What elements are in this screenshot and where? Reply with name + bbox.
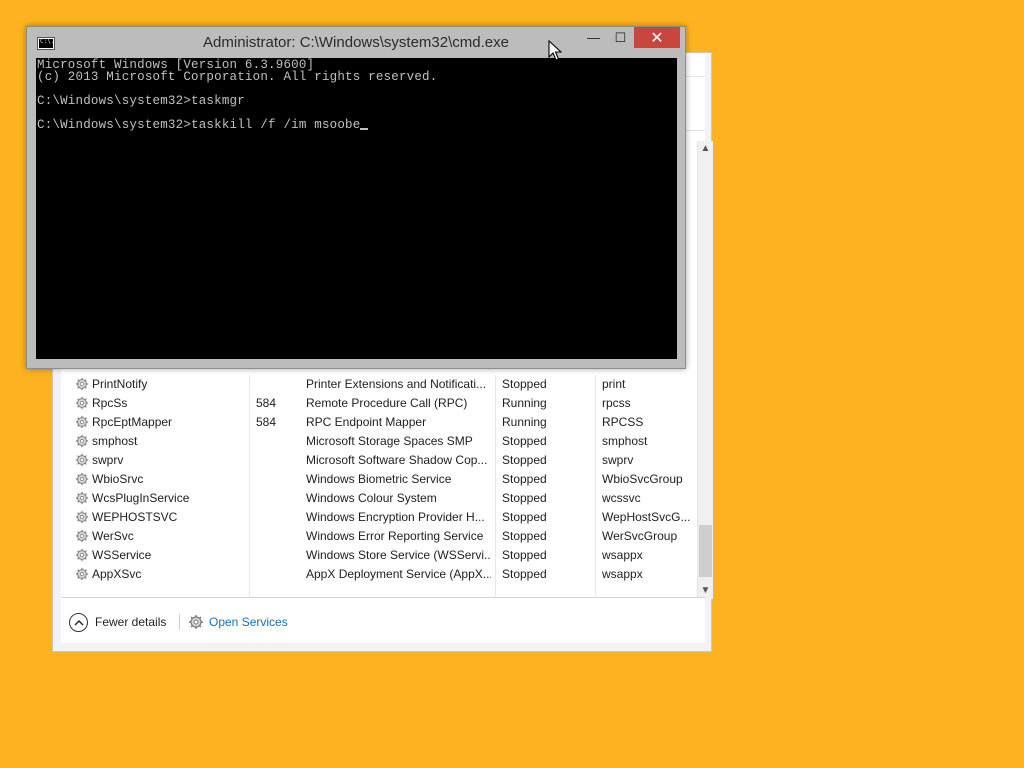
service-group: WbioSvcGroup (602, 472, 683, 486)
service-group: WerSvcGroup (602, 529, 678, 543)
scrollbar-thumb[interactable] (699, 525, 712, 577)
service-status: Stopped (502, 472, 547, 486)
service-status: Stopped (502, 434, 547, 448)
service-status: Running (502, 415, 547, 429)
fewer-details-label: Fewer details (95, 615, 167, 629)
console-line-text: C:\Windows\system32>taskkill /f /im msoo… (37, 118, 361, 132)
table-row[interactable]: WEPHOSTSVC Windows Encryption Provider H.… (61, 508, 690, 527)
service-status: Stopped (502, 491, 547, 505)
gear-icon (75, 377, 89, 391)
open-services-link[interactable]: Open Services (188, 612, 288, 632)
service-description: Windows Biometric Service (306, 472, 452, 486)
services-scrollbar[interactable]: ▲ ▼ (697, 141, 713, 599)
table-row[interactable]: PrintNotify Printer Extensions and Notifi… (61, 375, 687, 394)
service-description: Microsoft Software Shadow Cop... (306, 453, 488, 467)
service-name: WbioSrvc (92, 472, 144, 486)
cmd-title-bar[interactable]: C:\. Administrator: C:\Windows\system32\… (27, 27, 685, 57)
service-description: Remote Procedure Call (RPC) (306, 396, 468, 410)
open-services-label: Open Services (209, 615, 288, 629)
close-button[interactable]: ✕ (634, 27, 680, 48)
cmd-window[interactable]: C:\. Administrator: C:\Windows\system32\… (26, 26, 686, 369)
gear-icon (75, 472, 89, 486)
chevron-up-icon (69, 612, 88, 632)
text-cursor (360, 128, 369, 130)
service-status: Stopped (502, 548, 547, 562)
service-description: Windows Store Service (WSServi... (306, 548, 491, 562)
console-line: C:\Windows\system32>taskkill /f /im msoo… (37, 118, 369, 132)
gear-icon (75, 548, 89, 562)
maximize-button[interactable]: ☐ (607, 27, 634, 48)
service-group: WepHostSvcG... (602, 510, 691, 524)
gear-icon (75, 529, 89, 543)
service-status: Stopped (502, 529, 547, 543)
service-status: Stopped (502, 453, 547, 467)
service-group: swprv (602, 453, 634, 467)
service-description: AppX Deployment Service (AppX... (306, 567, 491, 581)
service-name: WSService (92, 548, 152, 562)
gear-icon (75, 491, 89, 505)
service-group: wsappx (602, 567, 643, 581)
scroll-up-icon[interactable]: ▲ (698, 141, 713, 157)
mouse-pointer-icon (548, 40, 562, 61)
service-description: Printer Extensions and Notificati... (306, 377, 487, 391)
service-description: RPC Endpoint Mapper (306, 415, 427, 429)
service-group: wsappx (602, 548, 643, 562)
service-description: Microsoft Storage Spaces SMP (306, 434, 473, 448)
service-name: PrintNotify (92, 377, 148, 391)
gear-icon (75, 510, 89, 524)
service-pid: 584 (256, 396, 277, 410)
services-gear-icon (189, 615, 203, 629)
gear-icon (75, 396, 89, 410)
table-row[interactable]: WerSvc Windows Error Reporting Service Sto… (61, 527, 687, 546)
table-row[interactable]: WcsPlugInService Windows Colour System Sto… (61, 489, 687, 508)
service-name: RpcSs (92, 396, 128, 410)
table-row[interactable]: RpcEptMapper 584 RPC Endpoint Mapper Runnin… (61, 413, 687, 432)
minimize-button[interactable]: — (580, 27, 607, 48)
console-line-text: C:\Windows\system32>taskmgr (37, 94, 245, 108)
gear-icon (75, 415, 89, 429)
console-line: C:\Windows\system32>taskmgr (37, 94, 245, 108)
service-group: rpcss (602, 396, 631, 410)
table-row[interactable]: smphost Microsoft Storage Spaces SMP Stopp… (61, 432, 687, 451)
footer-divider (179, 614, 180, 630)
service-name: WcsPlugInService (92, 491, 190, 505)
service-name: RpcEptMapper (92, 415, 173, 429)
service-group: wcssvc (602, 491, 641, 505)
service-name: swprv (92, 453, 124, 467)
table-row[interactable]: RpcSs 584 Remote Procedure Call (RPC) Runni… (61, 394, 687, 413)
service-description: Windows Error Reporting Service (306, 529, 484, 543)
console-line-text: (c) 2013 Microsoft Corporation. All righ… (37, 70, 438, 84)
service-description: Windows Encryption Provider H... (306, 510, 485, 524)
table-row[interactable]: swprv Microsoft Software Shadow Cop... Sto… (61, 451, 687, 470)
service-group: print (602, 377, 626, 391)
service-pid: 584 (256, 415, 277, 429)
table-row[interactable]: WbioSrvc Windows Biometric Service Stopped… (61, 470, 687, 489)
service-name: AppXSvc (92, 567, 142, 581)
service-status: Stopped (502, 567, 547, 581)
console-scrollbar[interactable] (678, 58, 684, 359)
service-status: Stopped (502, 510, 547, 524)
service-status: Stopped (502, 377, 547, 391)
gear-icon (75, 434, 89, 448)
service-name: WEPHOSTSVC (92, 510, 178, 524)
service-group: RPCSS (602, 415, 644, 429)
table-row[interactable]: WSService Windows Store Service (WSServi.… (61, 546, 687, 565)
service-status: Running (502, 396, 547, 410)
gear-icon (75, 453, 89, 467)
service-name: smphost (92, 434, 138, 448)
service-name: WerSvc (92, 529, 134, 543)
service-group: smphost (602, 434, 648, 448)
gear-icon (75, 567, 89, 581)
fewer-details-button[interactable]: Fewer details (69, 612, 166, 632)
console-output[interactable]: Microsoft Windows [Version 6.3.9600] (c) … (36, 58, 677, 359)
task-manager-footer: Fewer details Open Services (61, 597, 705, 643)
table-row[interactable]: AppXSvc AppX Deployment Service (AppX... S… (61, 565, 687, 584)
service-description: Windows Colour System (306, 491, 437, 505)
console-line: (c) 2013 Microsoft Corporation. All righ… (37, 70, 437, 84)
